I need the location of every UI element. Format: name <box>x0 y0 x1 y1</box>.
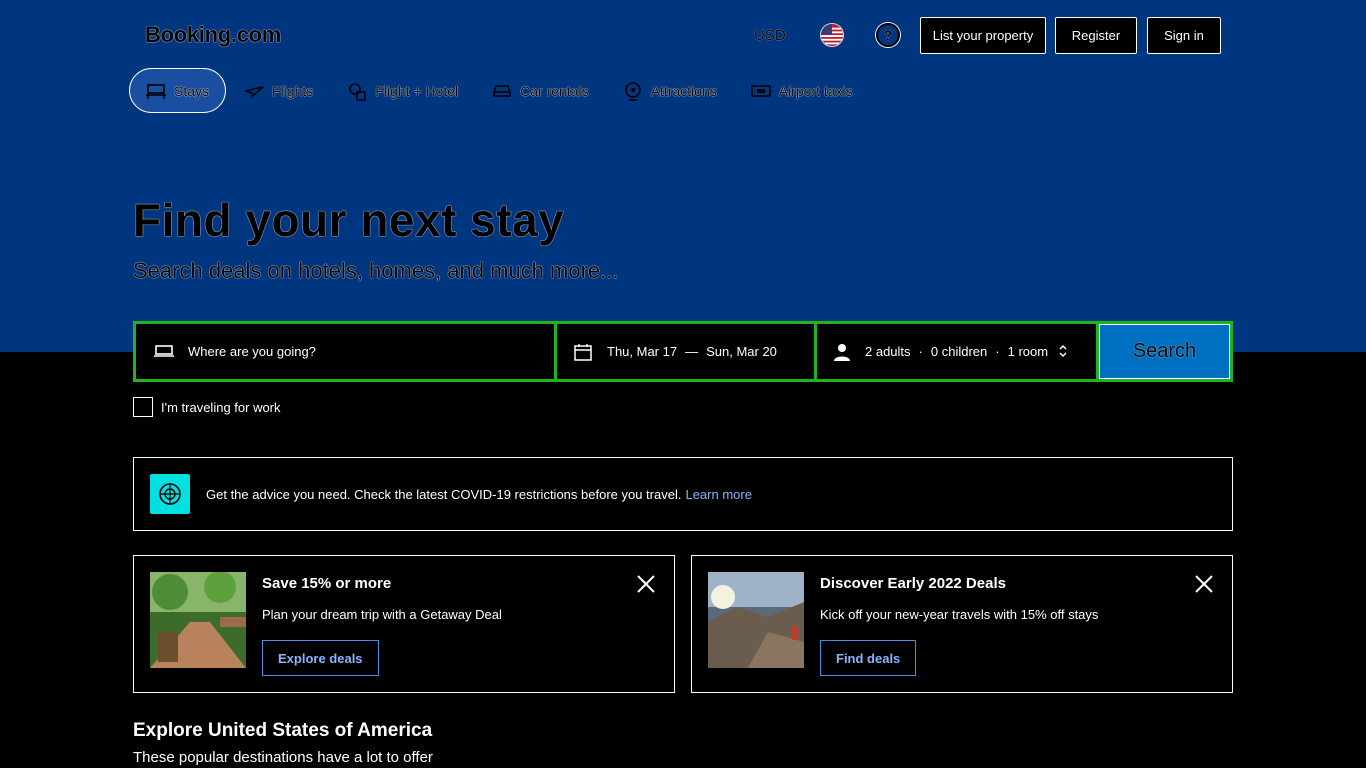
checkout-date: Sun, Mar 20 <box>706 344 777 359</box>
page-title: Find your next stay <box>133 194 565 246</box>
search-bar: Where are you going? Thu, Mar 17 — Sun, … <box>133 321 1233 382</box>
flight-hotel-icon <box>349 82 366 101</box>
tab-stays[interactable]: Stays <box>129 68 227 113</box>
product-nav: Stays Flights Flight + Hotel Car rentals… <box>129 68 871 113</box>
learn-more-link[interactable]: Learn more <box>685 487 751 502</box>
rooms-count: 1 room <box>1007 344 1049 359</box>
work-travel-option[interactable]: I'm traveling for work <box>133 397 281 417</box>
tab-car-rentals[interactable]: Car rentals <box>476 68 604 113</box>
search-button[interactable]: Search <box>1099 324 1230 379</box>
attractions-icon <box>624 81 641 101</box>
calendar-icon <box>574 343 592 361</box>
chevron-updown-icon <box>1059 344 1067 358</box>
guests-dot: · <box>995 344 1000 359</box>
find-deals-button[interactable]: Find deals <box>820 640 917 676</box>
plane-icon <box>244 85 264 99</box>
guests-dot: · <box>918 344 923 359</box>
tab-label: Airport taxis <box>778 82 853 99</box>
covid-banner: Get the advice you need. Check the lates… <box>133 457 1233 531</box>
list-property-button[interactable]: List your property <box>920 17 1046 54</box>
us-flag-icon[interactable] <box>820 23 844 47</box>
logo[interactable]: Booking.com <box>145 22 281 48</box>
bed-icon <box>146 83 166 99</box>
tab-label: Flights <box>272 82 314 99</box>
tab-flight-hotel[interactable]: Flight + Hotel <box>331 68 474 113</box>
info-icon <box>150 474 190 514</box>
adults-count: 2 adults <box>865 344 911 359</box>
children-count: 0 children <box>930 344 988 359</box>
tab-label: Car rentals <box>520 82 589 99</box>
close-icon[interactable] <box>1194 574 1214 594</box>
car-icon <box>493 84 511 97</box>
explore-deals-button[interactable]: Explore deals <box>262 640 379 676</box>
tab-attractions[interactable]: Attractions <box>607 68 733 113</box>
promo-card: Save 15% or more Plan your dream trip wi… <box>133 555 675 693</box>
currency-selector[interactable]: USD <box>754 27 786 44</box>
tab-label: Flight + Hotel <box>375 82 459 99</box>
destination-input[interactable]: Where are you going? <box>136 324 554 379</box>
promo-image-mountain <box>708 572 804 668</box>
promo-card: Discover Early 2022 Deals Kick off your … <box>691 555 1233 693</box>
tab-label: Stays <box>174 82 210 99</box>
checkin-date: Thu, Mar 17 <box>607 344 678 359</box>
page-subtitle: Search deals on hotels, homes, and much … <box>133 258 619 283</box>
work-travel-checkbox[interactable] <box>133 397 153 417</box>
date-separator: — <box>685 344 699 359</box>
help-icon[interactable]: ? <box>876 23 900 47</box>
tab-airport-taxis[interactable]: Airport taxis <box>735 68 869 113</box>
promo-text: Kick off your new-year travels with 15% … <box>820 607 1099 622</box>
destination-placeholder: Where are you going? <box>188 344 316 359</box>
close-icon[interactable] <box>636 574 656 594</box>
tab-flights[interactable]: Flights <box>228 68 329 113</box>
date-picker[interactable]: Thu, Mar 17 — Sun, Mar 20 <box>557 324 814 379</box>
work-travel-label: I'm traveling for work <box>161 399 281 415</box>
register-button[interactable]: Register <box>1055 17 1137 54</box>
tab-label: Attractions <box>650 82 717 99</box>
covid-text: Get the advice you need. Check the lates… <box>206 486 682 502</box>
bed-icon <box>154 344 174 357</box>
section-subtitle: These popular destinations have a lot to… <box>133 749 433 766</box>
promo-text: Plan your dream trip with a Getaway Deal <box>262 607 502 622</box>
section-title: Explore United States of America <box>133 720 433 741</box>
promo-title: Save 15% or more <box>262 575 392 592</box>
promo-title: Discover Early 2022 Deals <box>820 575 1006 592</box>
person-icon <box>834 343 850 361</box>
taxi-icon <box>750 84 771 97</box>
sign-in-button[interactable]: Sign in <box>1147 17 1221 54</box>
promo-image-park <box>150 572 246 668</box>
guests-selector[interactable]: 2 adults · 0 children · 1 room <box>817 324 1096 379</box>
